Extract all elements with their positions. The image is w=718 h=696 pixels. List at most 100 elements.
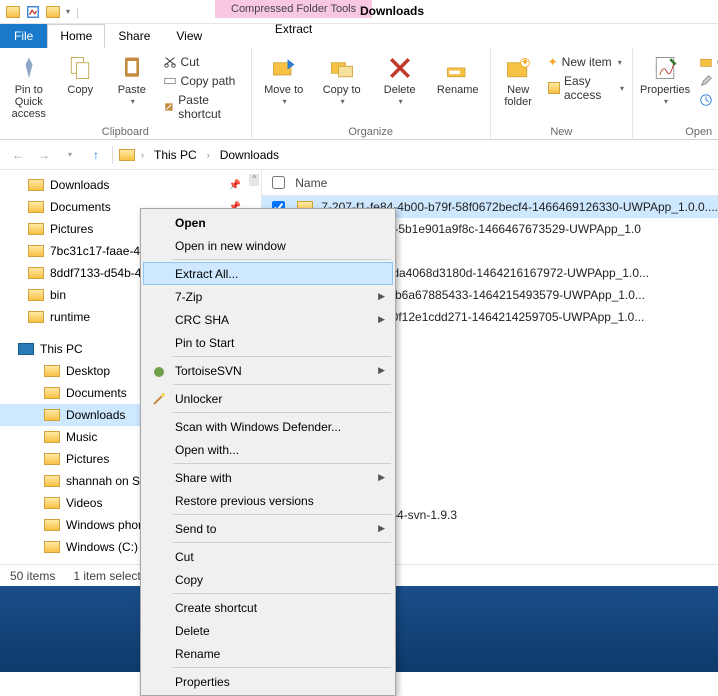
- new-item-button[interactable]: ✦New item: [546, 54, 626, 70]
- properties-button[interactable]: Properties: [639, 52, 691, 109]
- ctx-pin-start[interactable]: Pin to Start: [143, 331, 393, 354]
- edit-icon: [699, 74, 713, 88]
- ctx-crc-sha[interactable]: CRC SHA▶: [143, 308, 393, 331]
- chevron-down-icon[interactable]: ▾: [66, 7, 70, 16]
- group-new: ✦ New folder ✦New item Easy access New: [491, 48, 633, 140]
- ctx-send-to[interactable]: Send to▶: [143, 517, 393, 540]
- forward-button[interactable]: →: [34, 145, 54, 165]
- folder-icon: [28, 311, 44, 323]
- ctx-defender[interactable]: Scan with Windows Defender...: [143, 415, 393, 438]
- ctx-tortoisesvn[interactable]: TortoiseSVN▶: [143, 359, 393, 382]
- folder-icon: [28, 289, 44, 301]
- recent-dropdown[interactable]: ▾: [60, 145, 80, 165]
- extract-tab[interactable]: Extract: [255, 18, 332, 40]
- pc-icon: [18, 343, 34, 355]
- cut-button[interactable]: Cut: [161, 54, 245, 70]
- folder-icon: [44, 431, 60, 443]
- ctx-rename[interactable]: Rename: [143, 642, 393, 665]
- ctx-open-new-window[interactable]: Open in new window: [143, 234, 393, 257]
- list-header[interactable]: Name: [262, 170, 718, 196]
- folder-icon: [28, 245, 44, 257]
- ctx-open-with[interactable]: Open with...: [143, 438, 393, 461]
- folder-icon: [28, 223, 44, 235]
- group-label: Organize: [258, 126, 484, 138]
- open-button[interactable]: Open: [697, 54, 718, 70]
- share-tab[interactable]: Share: [105, 24, 163, 48]
- shortcut-icon: [163, 100, 175, 114]
- rename-button[interactable]: Rename: [432, 52, 484, 109]
- group-clipboard: Pin to Quick access Copy Paste Cut Copy …: [0, 48, 252, 140]
- folder-icon: [28, 201, 44, 213]
- paste-shortcut-button[interactable]: Paste shortcut: [161, 92, 245, 122]
- column-name[interactable]: Name: [295, 176, 327, 190]
- ctx-copy[interactable]: Copy: [143, 568, 393, 591]
- ribbon: Pin to Quick access Copy Paste Cut Copy …: [0, 48, 718, 140]
- wand-icon: [151, 391, 167, 407]
- copy-to-button[interactable]: Copy to: [316, 52, 368, 109]
- address-bar: ← → ▾ ↑ › This PC › Downloads: [0, 140, 718, 170]
- new-folder-icon: ✦: [504, 54, 532, 82]
- group-label: Clipboard: [6, 126, 245, 138]
- up-button[interactable]: ↑: [86, 145, 106, 165]
- breadcrumb[interactable]: › This PC › Downloads: [119, 146, 283, 164]
- pin-icon: [15, 54, 43, 82]
- scissors-icon: [163, 55, 177, 69]
- crumb-thispc[interactable]: This PC: [150, 146, 201, 164]
- folder-icon: [44, 387, 60, 399]
- contextual-tab-group: Compressed Folder Tools Extract: [215, 0, 372, 40]
- folder-icon: [44, 365, 60, 377]
- ctx-open[interactable]: Open: [143, 211, 393, 234]
- ctx-7zip[interactable]: 7-Zip▶: [143, 285, 393, 308]
- paste-button[interactable]: Paste: [109, 52, 155, 122]
- path-icon: [163, 74, 177, 88]
- folder-icon: [119, 149, 135, 161]
- pin-icon: 📌: [229, 180, 241, 191]
- copy-icon: [66, 54, 94, 82]
- delete-button[interactable]: Delete: [374, 52, 426, 109]
- ctx-cut[interactable]: Cut: [143, 545, 393, 568]
- rename-icon: [444, 54, 472, 82]
- back-button[interactable]: ←: [8, 145, 28, 165]
- delete-icon: [386, 54, 414, 82]
- properties-icon[interactable]: [26, 5, 40, 19]
- ctx-extract-all[interactable]: Extract All...: [143, 262, 393, 285]
- crumb-downloads[interactable]: Downloads: [216, 146, 283, 164]
- file-tab[interactable]: File: [0, 24, 47, 48]
- move-icon: [270, 54, 298, 82]
- ctx-properties[interactable]: Properties: [143, 670, 393, 693]
- ctx-restore-versions[interactable]: Restore previous versions: [143, 489, 393, 512]
- history-button[interactable]: History: [697, 92, 718, 108]
- ctx-delete[interactable]: Delete: [143, 619, 393, 642]
- svg-text:✦: ✦: [521, 56, 530, 68]
- pin-quick-access-button[interactable]: Pin to Quick access: [6, 52, 52, 122]
- history-icon: [699, 93, 713, 107]
- paste-icon: [118, 54, 146, 82]
- folder-icon: [548, 82, 560, 94]
- new-folder-button[interactable]: ✦ New folder: [497, 52, 540, 110]
- folder-icon[interactable]: [6, 6, 20, 18]
- easy-access-button[interactable]: Easy access: [546, 73, 626, 103]
- tree-item[interactable]: Downloads📌: [0, 174, 261, 196]
- folder-icon: [44, 497, 60, 509]
- folder-icon: [44, 541, 60, 553]
- view-tab[interactable]: View: [163, 24, 215, 48]
- folder-icon[interactable]: [46, 6, 60, 18]
- copy-path-button[interactable]: Copy path: [161, 73, 245, 89]
- folder-icon: [44, 409, 60, 421]
- window-title: Downloads: [360, 4, 424, 18]
- context-menu: Open Open in new window Extract All... 7…: [140, 208, 396, 696]
- group-organize: Move to Copy to Delete Rename Organize: [252, 48, 491, 140]
- folder-icon: [44, 475, 60, 487]
- status-selection: 1 item selecte: [73, 569, 147, 583]
- copy-button[interactable]: Copy: [58, 52, 104, 122]
- folder-icon: [44, 519, 60, 531]
- tortoise-icon: [151, 363, 167, 379]
- edit-button[interactable]: Edit: [697, 73, 718, 89]
- move-to-button[interactable]: Move to: [258, 52, 310, 109]
- ctx-share-with[interactable]: Share with▶: [143, 466, 393, 489]
- folder-icon: [44, 453, 60, 465]
- ctx-unlocker[interactable]: Unlocker: [143, 387, 393, 410]
- ctx-create-shortcut[interactable]: Create shortcut: [143, 596, 393, 619]
- select-all-checkbox[interactable]: [272, 176, 285, 189]
- home-tab[interactable]: Home: [47, 24, 105, 48]
